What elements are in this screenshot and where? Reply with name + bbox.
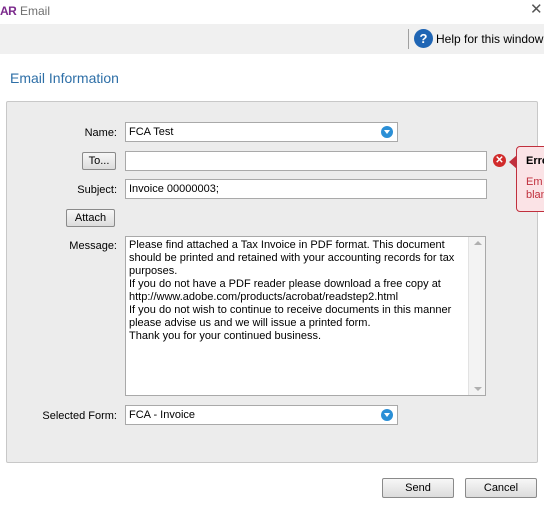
help-icon[interactable]: ?	[414, 29, 433, 48]
scroll-up-icon[interactable]	[474, 241, 482, 245]
chevron-down-icon[interactable]	[381, 126, 393, 138]
name-dropdown[interactable]: FCA Test	[125, 122, 398, 142]
error-tooltip-message: Em blan	[526, 176, 544, 201]
chevron-down-icon[interactable]	[381, 409, 393, 421]
name-label: Name:	[84, 127, 117, 139]
name-value: FCA Test	[129, 126, 174, 138]
scroll-down-icon[interactable]	[474, 387, 482, 391]
window-title: Email	[20, 4, 51, 18]
message-text: Please find attached a Tax Invoice in PD…	[129, 239, 455, 342]
selected-form-dropdown[interactable]: FCA - Invoice	[125, 405, 398, 425]
help-link[interactable]: Help for this window	[436, 32, 543, 46]
selected-form-value: FCA - Invoice	[129, 409, 196, 421]
toolbar: ? Help for this window	[0, 24, 544, 54]
subject-label: Subject:	[77, 184, 117, 196]
message-textarea[interactable]: Please find attached a Tax Invoice in PD…	[125, 236, 486, 396]
error-tooltip-title: Erro	[526, 155, 544, 167]
title-bar: AR Email ✕	[0, 0, 544, 24]
error-icon: ✕	[493, 154, 506, 167]
to-field[interactable]	[125, 151, 487, 171]
app-logo: AR	[0, 4, 17, 18]
message-label: Message:	[69, 240, 117, 252]
to-button[interactable]: To...	[82, 152, 116, 170]
toolbar-separator	[408, 29, 409, 49]
subject-field[interactable]: Invoice 00000003;	[125, 179, 487, 199]
send-button[interactable]: Send	[382, 478, 454, 498]
selected-form-label: Selected Form:	[42, 410, 117, 422]
close-icon[interactable]: ✕	[530, 1, 544, 19]
cancel-button[interactable]: Cancel	[465, 478, 537, 498]
attach-button[interactable]: Attach	[66, 209, 115, 227]
section-title: Email Information	[10, 70, 119, 86]
message-scrollbar[interactable]	[468, 237, 485, 395]
